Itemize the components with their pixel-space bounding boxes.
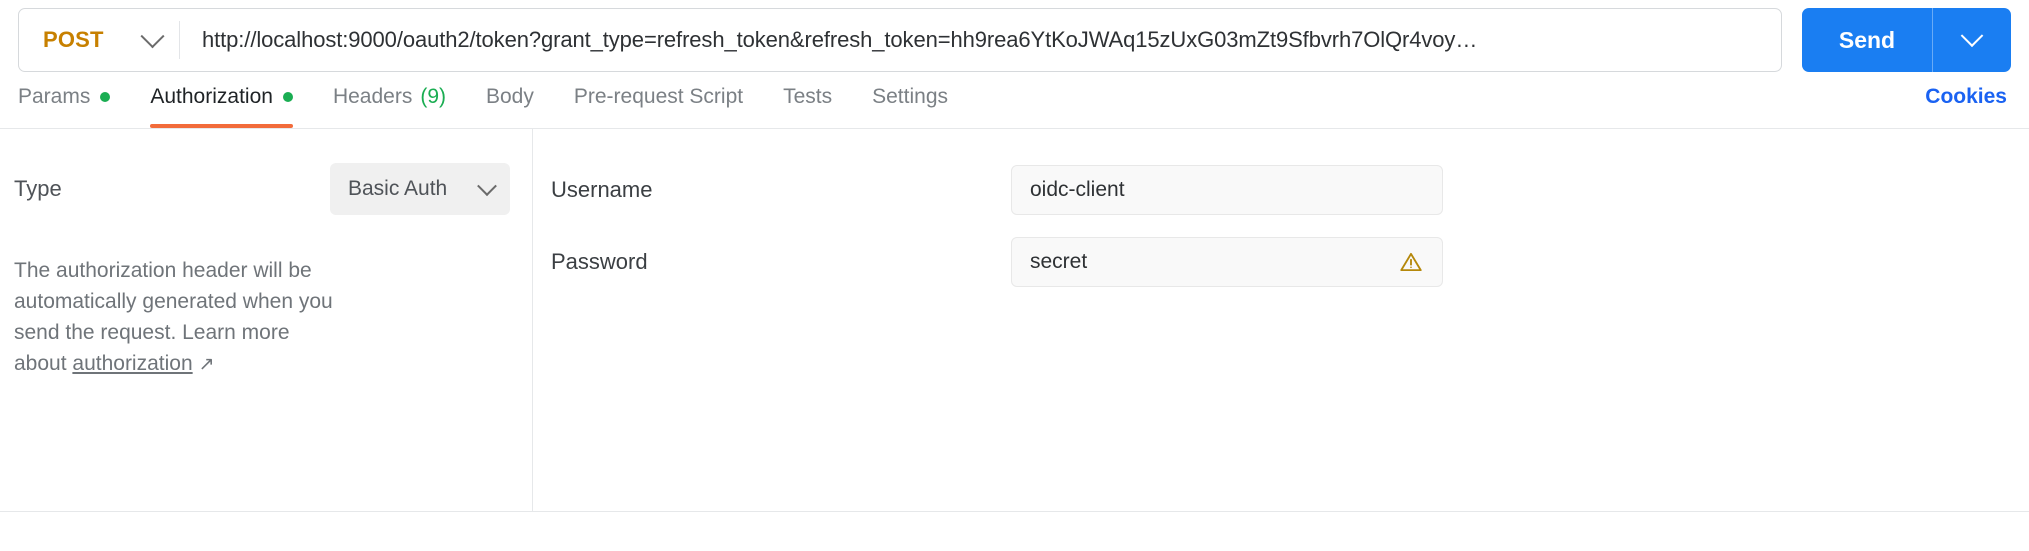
request-tabbar: Params Authorization Headers (9) Body Pr… [0,66,2029,128]
warning-triangle-icon[interactable] [1398,249,1424,275]
modified-dot-icon [282,92,293,102]
tab-pre-request-script[interactable]: Pre-request Script [554,66,763,128]
auth-type-label: Type [14,176,62,201]
url-input[interactable]: http://localhost:9000/oauth2/token?grant… [180,9,1781,71]
modified-dot-icon [100,92,111,102]
tab-label: Settings [872,85,949,108]
send-button[interactable]: Send [1802,8,1932,72]
auth-help-text: The authorization header will be automat… [14,255,334,380]
username-label: Username [551,177,653,202]
cookies-link[interactable]: Cookies [1925,66,2011,128]
external-link-arrow-icon: ↗ [198,354,215,375]
url-text: http://localhost:9000/oauth2/token?grant… [202,27,1478,52]
tab-label: Tests [783,85,833,108]
username-input[interactable]: oidc-client [1011,165,1443,215]
authorization-panel: Type Basic Auth The authorization header… [0,129,2029,511]
auth-type-row: Type Basic Auth [14,163,510,215]
tab-count: (9) [420,85,446,108]
tab-label: Body [486,85,534,108]
tab-label: Authorization [150,85,273,108]
send-button-group: Send [1802,8,2011,72]
tab-authorization[interactable]: Authorization [130,66,313,128]
username-value: oidc-client [1030,178,1125,201]
tab-tests[interactable]: Tests [763,66,852,128]
chevron-down-icon [477,176,497,197]
tab-label: Params [18,85,91,108]
password-row: Password secret [551,237,2029,287]
panel-bottom-divider [0,511,2029,512]
url-composer: POST http://localhost:9000/oauth2/token?… [18,8,1782,72]
password-label: Password [551,249,648,274]
http-method-label: POST [43,27,104,52]
tab-params[interactable]: Params [18,66,130,128]
chevron-down-icon [140,23,165,48]
auth-type-panel: Type Basic Auth The authorization header… [0,129,533,511]
auth-type-dropdown[interactable]: Basic Auth [330,163,510,215]
send-options-dropdown[interactable] [1933,8,2011,72]
auth-type-value: Basic Auth [348,177,448,200]
request-tabs: Params Authorization Headers (9) Body Pr… [18,66,1925,128]
tab-label: Headers [332,85,413,108]
username-row: Username oidc-client [551,165,2029,215]
tab-body[interactable]: Body [466,66,554,128]
request-bar: POST http://localhost:9000/oauth2/token?… [0,0,2029,72]
tab-label: Pre-request Script [573,85,744,108]
password-input[interactable]: secret [1011,237,1443,287]
chevron-down-icon [1960,24,1984,48]
tab-settings[interactable]: Settings [852,66,968,128]
http-method-dropdown[interactable]: POST [19,9,179,71]
password-value: secret [1030,250,1088,273]
authorization-help-link[interactable]: authorization [72,352,192,375]
basic-auth-credentials: Username oidc-client Password secret [533,129,2029,511]
tab-headers[interactable]: Headers (9) [313,66,466,128]
